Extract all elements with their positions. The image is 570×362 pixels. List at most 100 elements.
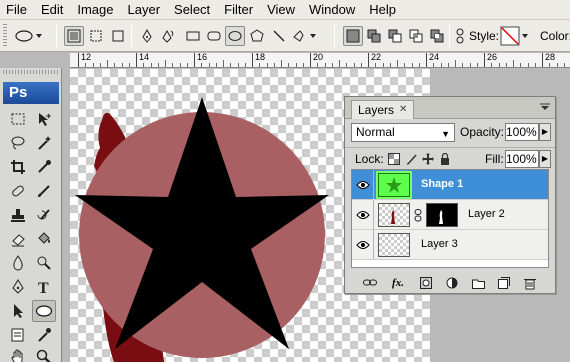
menu-layer[interactable]: Layer [121, 0, 168, 20]
trash-delete-layer-icon[interactable] [523, 276, 537, 290]
layer-row-layer-2[interactable]: Layer 2 [352, 200, 548, 230]
move-tool-icon[interactable] [32, 108, 56, 130]
rectangle-tool-icon[interactable] [183, 26, 203, 46]
visibility-eye-icon[interactable] [352, 170, 374, 199]
brush-tool-icon[interactable] [32, 180, 56, 202]
subtract-from-shape-area-icon[interactable] [385, 26, 405, 46]
new-group-folder-icon[interactable] [471, 276, 485, 290]
type-tool-icon[interactable]: T [32, 276, 56, 298]
rounded-rectangle-tool-icon[interactable] [204, 26, 224, 46]
menu-help[interactable]: Help [362, 0, 403, 20]
add-to-shape-area-icon[interactable] [364, 26, 384, 46]
fill-slider-arrow-icon[interactable]: ▶ [539, 150, 551, 168]
layer-thumbnail-shape-1[interactable] [378, 173, 410, 197]
link-layer-style-icon[interactable] [455, 26, 465, 46]
intersect-shape-areas-icon[interactable] [406, 26, 426, 46]
pen-tool-icon[interactable] [6, 276, 30, 298]
lock-position-icon[interactable] [421, 152, 434, 165]
layer-name-layer-2[interactable]: Layer 2 [468, 207, 505, 221]
layers-tab[interactable]: Layers ✕ [351, 100, 415, 119]
color-label: Color: [540, 29, 570, 43]
magic-wand-tool-icon[interactable] [32, 132, 56, 154]
dodge-tool-icon[interactable] [32, 252, 56, 274]
lock-image-pixels-icon[interactable] [405, 152, 418, 165]
layer-row-shape-1[interactable]: Shape 1 [352, 170, 548, 200]
fill-pixels-mode-icon[interactable] [108, 26, 128, 46]
ruler-minor-tick [273, 63, 275, 67]
eyedropper-tool-icon-2[interactable] [32, 324, 56, 346]
menu-file[interactable]: File [0, 0, 34, 20]
hand-tool-icon[interactable] [6, 346, 30, 362]
notes-tool-icon[interactable] [6, 324, 30, 346]
adjustment-layer-icon[interactable] [445, 276, 459, 290]
ruler-minor-tick [107, 60, 108, 67]
paint-bucket-tool-icon[interactable] [32, 228, 56, 250]
layer-name-shape-1[interactable]: Shape 1 [421, 177, 463, 191]
line-tool-icon[interactable] [269, 26, 289, 46]
tool-preset-picker[interactable] [12, 26, 44, 46]
pen-tool-icon[interactable] [137, 26, 157, 46]
ruler-minor-tick [128, 63, 130, 67]
style-picker[interactable] [500, 26, 530, 46]
ruler-tick-label: 26 [487, 53, 498, 62]
blend-mode-select[interactable]: Normal ▼ [351, 123, 455, 142]
paths-mode-icon[interactable] [86, 26, 106, 46]
options-bar-grip[interactable] [3, 24, 7, 48]
shape-layers-mode-icon[interactable] [64, 26, 84, 46]
ruler-minor-tick [230, 63, 232, 67]
layer-row-layer-3[interactable]: Layer 3 [352, 230, 548, 260]
freeform-pen-tool-icon[interactable] [158, 26, 178, 46]
visibility-eye-icon[interactable] [352, 200, 374, 229]
layer-style-fx-icon[interactable]: fx. [389, 276, 407, 290]
blur-tool-icon[interactable] [6, 252, 30, 274]
ruler-minor-tick [223, 60, 224, 67]
lasso-tool-icon[interactable] [6, 132, 30, 154]
menu-select[interactable]: Select [167, 0, 217, 20]
eraser-tool-icon[interactable] [6, 228, 30, 250]
healing-brush-tool-icon[interactable] [6, 180, 30, 202]
ruler-major-tick [252, 53, 253, 67]
clone-stamp-tool-icon[interactable] [6, 204, 30, 226]
fill-input[interactable]: 100% [505, 150, 539, 168]
lock-transparent-pixels-icon[interactable] [387, 152, 400, 165]
link-layers-icon[interactable] [363, 276, 377, 290]
zoom-tool-icon[interactable] [32, 346, 56, 362]
menu-image[interactable]: Image [70, 0, 120, 20]
ruler-minor-tick [339, 60, 340, 67]
menu-edit[interactable]: Edit [34, 0, 70, 20]
new-shape-layer-icon[interactable] [343, 26, 363, 46]
add-layer-mask-icon[interactable] [419, 276, 433, 290]
ellipse-tool-icon[interactable] [225, 26, 245, 46]
ruler-minor-tick [237, 63, 239, 67]
ellipse-shape-tool-icon[interactable] [32, 300, 56, 322]
tools-panel-grip[interactable] [3, 70, 59, 74]
layer-thumbnail-layer-2[interactable] [378, 203, 410, 227]
ruler-minor-tick [382, 63, 384, 67]
lock-all-icon[interactable] [438, 152, 451, 165]
layer-thumbnail-layer-3[interactable] [378, 233, 410, 257]
blend-opacity-row: Normal ▼ Opacity: 100% ▶ [351, 123, 551, 143]
layer-mask-thumbnail[interactable] [426, 203, 458, 227]
close-icon[interactable]: ✕ [399, 101, 407, 119]
polygon-tool-icon[interactable] [247, 26, 267, 46]
history-brush-tool-icon[interactable] [32, 204, 56, 226]
opacity-input[interactable]: 100% [505, 123, 539, 141]
crop-tool-icon[interactable] [6, 156, 30, 178]
new-layer-icon[interactable] [497, 276, 511, 290]
opacity-slider-arrow-icon[interactable]: ▶ [539, 123, 551, 141]
marquee-tool-icon[interactable] [6, 108, 30, 130]
menu-filter[interactable]: Filter [217, 0, 260, 20]
visibility-eye-icon[interactable] [352, 230, 374, 259]
menu-view[interactable]: View [260, 0, 302, 20]
layer-list: Shape 1 Layer 2 Layer 3 [351, 169, 549, 268]
path-selection-tool-icon[interactable] [6, 300, 30, 322]
ruler-tick-label: 18 [255, 53, 266, 62]
menu-window[interactable]: Window [302, 0, 362, 20]
eyedropper-tool-icon[interactable] [32, 156, 56, 178]
exclude-overlapping-shape-areas-icon[interactable] [427, 26, 447, 46]
custom-shape-tool-icon[interactable] [290, 26, 320, 46]
panel-menu-icon[interactable] [539, 102, 551, 114]
layer-name-layer-3[interactable]: Layer 3 [421, 237, 458, 251]
chain-link-icon[interactable] [414, 209, 422, 225]
ruler-major-tick [426, 53, 427, 67]
